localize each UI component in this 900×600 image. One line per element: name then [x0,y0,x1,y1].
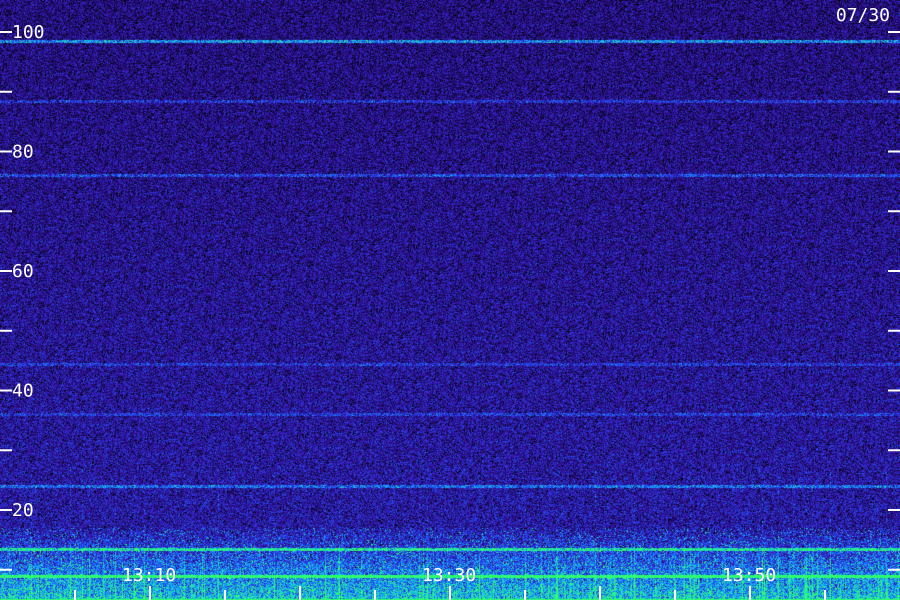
y-tick-label: 20 [12,500,34,521]
y-tick-label: 100 [12,22,45,43]
x-tick-label: 13:50 [722,565,776,586]
y-tick-label: 40 [12,381,34,402]
y-tick-label: 80 [12,142,34,163]
axes-overlay: 100 80 60 40 20 13:10 13:30 13:50 [0,22,900,600]
date-label: 07/30 [835,5,890,26]
y-tick-label: 60 [12,261,34,282]
x-tick-label: 13:30 [422,565,476,586]
x-tick-label: 13:10 [122,565,176,586]
spectrogram-chart: 100 80 60 40 20 13:10 13:30 13:50 07/30 [0,0,900,600]
